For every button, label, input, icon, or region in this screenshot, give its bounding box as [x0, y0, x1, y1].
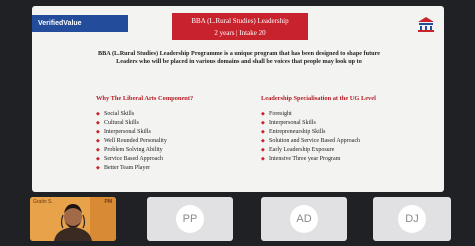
list-item: ◆ Service Based Approach	[96, 156, 163, 162]
list-item: ◆ Intensive Three year Program	[261, 156, 341, 162]
bullet-icon: ◆	[96, 157, 100, 162]
left-list: ◆ Social Skills ◆ Cultural Skills ◆ Interpe…	[96, 110, 266, 173]
bullet-icon: ◆	[261, 148, 265, 153]
slide-title: BBA (L.Rural Studies) Leadership 2 years…	[172, 13, 308, 40]
liberal-arts-column: Why The Liberal Arts Component? ◆ Social …	[96, 95, 266, 173]
list-item: ◆ Foresight	[261, 111, 292, 117]
slide-title-line2: 2 years | Intake 20	[214, 29, 266, 37]
list-item: ◆ Cultural Skills	[96, 120, 139, 126]
participant-tile-pp[interactable]: PP	[147, 197, 233, 241]
bullet-icon: ◆	[96, 148, 100, 153]
list-item: ◆ Problem Solving Ability	[96, 147, 163, 153]
avatar: AD	[290, 205, 318, 233]
university-logo-icon	[418, 17, 434, 32]
participant-name: Gratin S.	[33, 199, 53, 205]
bullet-icon: ◆	[261, 130, 265, 135]
slide-intro-text: BBA (L.Rural Studies) Leadership Program…	[98, 50, 380, 65]
bullet-icon: ◆	[261, 121, 265, 126]
right-heading: Leadership Specialisation at the UG Leve…	[261, 95, 376, 102]
shared-slide: VerifiedValue BBA (L.Rural Studies) Lead…	[32, 6, 444, 192]
meeting-window: VerifiedValue BBA (L.Rural Studies) Lead…	[0, 0, 475, 246]
avatar: DJ	[398, 205, 426, 233]
bullet-icon: ◆	[261, 139, 265, 144]
list-item: ◆ Early Leadership Exposure	[261, 147, 335, 153]
bullet-icon: ◆	[261, 112, 265, 117]
left-heading: Why The Liberal Arts Component?	[96, 95, 194, 102]
list-item: ◆ Better Team Player	[96, 165, 151, 171]
list-item: ◆ Solution and Service Based Approach	[261, 138, 360, 144]
participant-tile-ad[interactable]: AD	[261, 197, 347, 241]
bullet-icon: ◆	[96, 139, 100, 144]
bullet-icon: ◆	[96, 121, 100, 126]
brand-label: VerifiedValue	[32, 15, 128, 32]
right-list: ◆ Foresight ◆ Interpersonal Skills ◆ Entrep…	[261, 110, 431, 164]
bullet-icon: ◆	[96, 166, 100, 171]
participant-tile-camera[interactable]: Gratin S. PM	[30, 197, 116, 241]
participant-strip: Gratin S. PM PP AD DJ	[0, 193, 475, 246]
bullet-icon: ◆	[96, 112, 100, 117]
bullet-icon: ◆	[261, 157, 265, 162]
leadership-column: Leadership Specialisation at the UG Leve…	[261, 95, 431, 164]
list-item: ◆ Social Skills	[96, 111, 135, 117]
list-item: ◆ Interpersonal Skills	[261, 120, 316, 126]
avatar: PP	[176, 205, 204, 233]
list-item: ◆ Entrepreneurship Skills	[261, 129, 326, 135]
participant-tile-dj[interactable]: DJ	[373, 197, 451, 241]
list-item: ◆ Well Rounded Personality	[96, 138, 167, 144]
participant-tag: PM	[104, 199, 113, 205]
bullet-icon: ◆	[96, 130, 100, 135]
slide-title-line1: BBA (L.Rural Studies) Leadership	[191, 17, 289, 25]
list-item: ◆ Interpersonal Skills	[96, 129, 151, 135]
